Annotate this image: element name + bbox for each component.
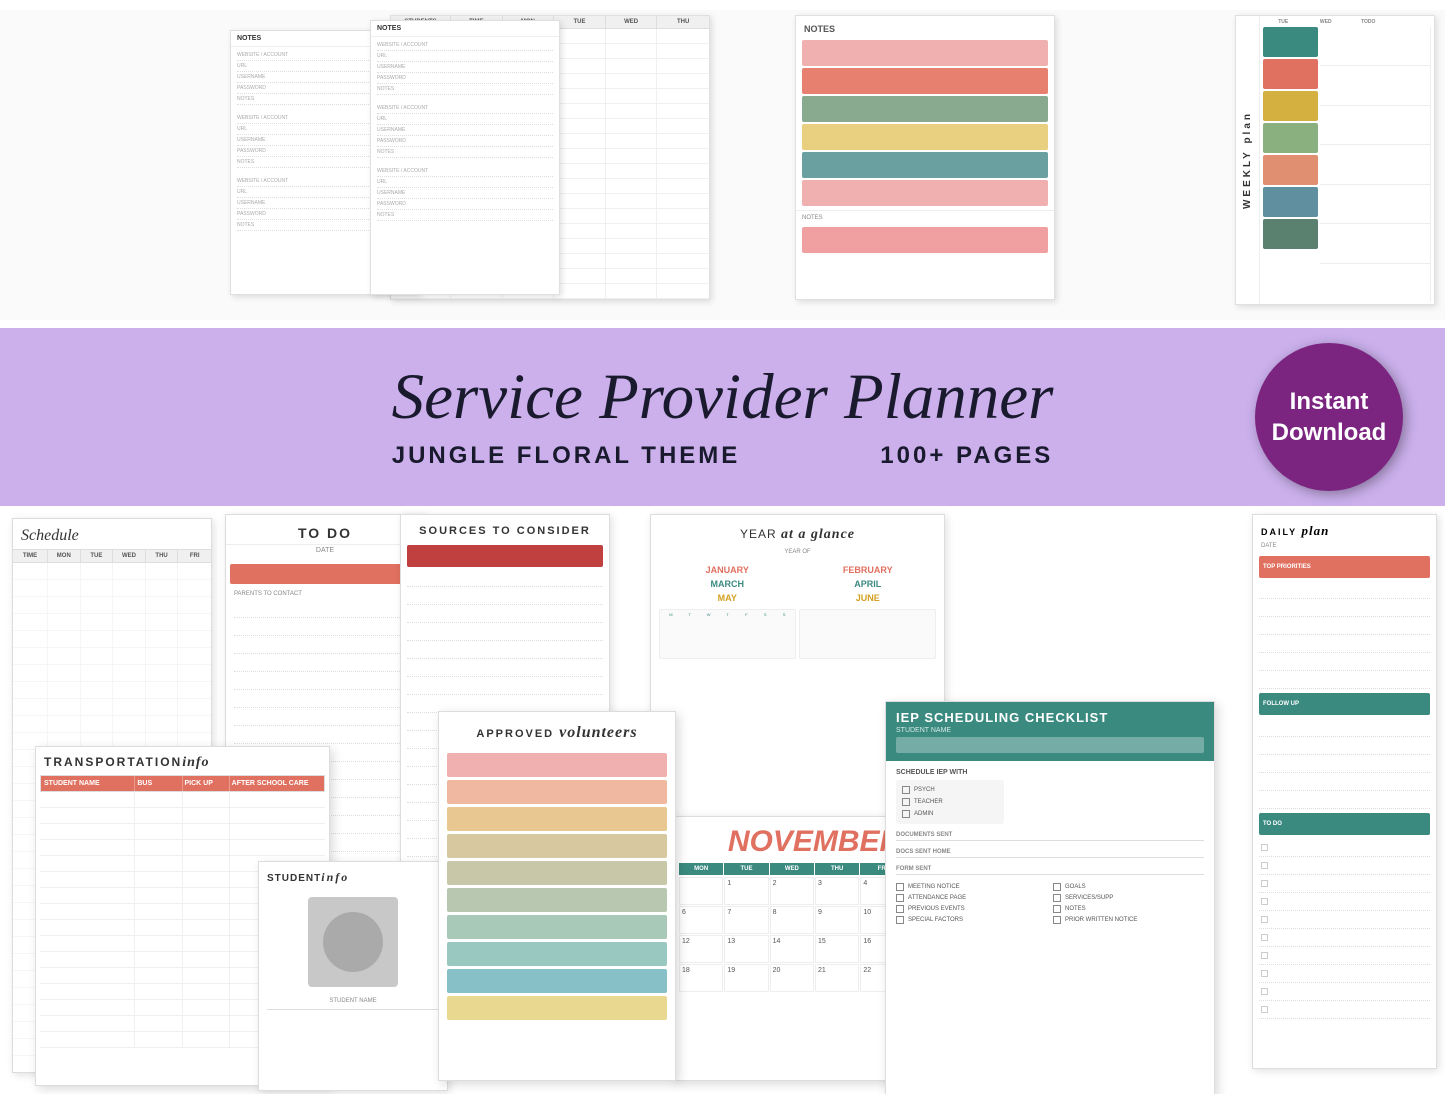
iep-subtitle-label: STUDENT NAME <box>896 727 1204 734</box>
student-subtitle: STUDENT NAME <box>259 995 447 1007</box>
banner-subtitle-left: JUNGLE FLORAL THEME <box>392 442 741 470</box>
doc-accounts-2: NOTES WEBSITE / ACCOUNT URL USERNAME PAS… <box>370 20 560 295</box>
doc-color-bars: NOTES NOTES <box>795 15 1055 300</box>
schedule-title: Schedule <box>13 519 211 549</box>
banner-title: Service Provider Planner <box>392 365 1054 430</box>
badge-line1: Instant <box>1290 386 1369 417</box>
year-subtitle: YEAR OF <box>651 549 944 561</box>
iep-checkbox-label: SCHEDULE IEP WITH <box>896 769 1204 776</box>
student-page: STUDENTinfo STUDENT NAME <box>258 861 448 1091</box>
iep-header: IEP SCHEDULING CHECKLIST STUDENT NAME <box>886 702 1214 761</box>
badge-line2: Download <box>1272 417 1387 448</box>
todo-title: TO DO <box>226 515 424 545</box>
bottom-section: Schedule TIME MON TUE WED THU FRI const … <box>0 506 1445 1094</box>
daily-page: DAILY plan DATE TOP PRIORITIES const dl1… <box>1252 514 1437 1069</box>
top-section-bg <box>0 10 1445 320</box>
banner-subtitle-row: JUNGLE FLORAL THEME 100+ PAGES <box>392 442 1054 470</box>
middle-banner: Service Provider Planner JUNGLE FLORAL T… <box>0 328 1445 506</box>
doc-weekly-plan: WEEKLY plan TUE WED TODO <box>1235 15 1435 305</box>
iep-title: IEP SCHEDULING CHECKLIST <box>896 710 1204 725</box>
sources-title: SOURCES TO CONSIDER <box>401 515 609 543</box>
todo-date: DATE <box>226 545 424 560</box>
instant-download-badge: Instant Download <box>1255 343 1403 491</box>
volunteers-page: APPROVED volunteers <box>438 711 676 1081</box>
banner-subtitle-right: 100+ PAGES <box>880 442 1053 470</box>
iep-page: IEP SCHEDULING CHECKLIST STUDENT NAME SC… <box>885 701 1215 1094</box>
